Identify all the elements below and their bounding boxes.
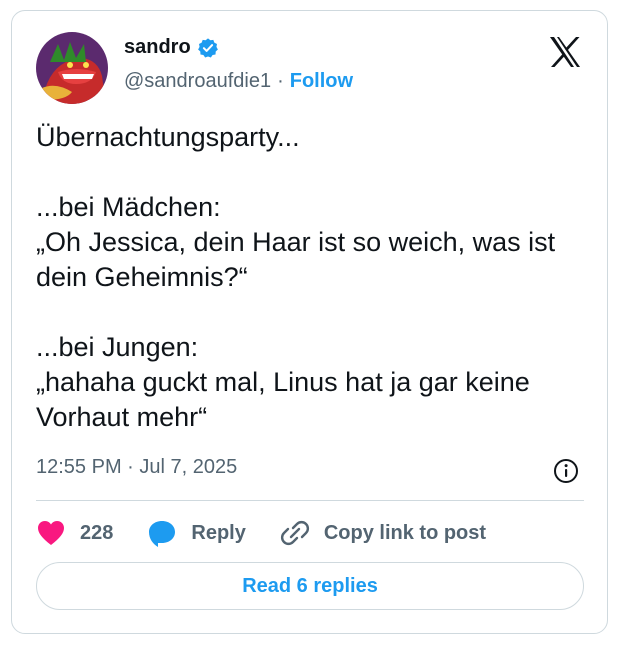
copy-link-label: Copy link to post xyxy=(323,521,487,544)
author-name-row: sandro xyxy=(124,36,219,59)
author-handle[interactable]: @sandroaufdie1 xyxy=(124,70,271,93)
info-icon[interactable] xyxy=(553,458,579,484)
like-count: 228 xyxy=(80,521,114,544)
separator-dot: · xyxy=(277,70,284,92)
heart-icon xyxy=(38,521,64,545)
x-logo-icon[interactable] xyxy=(548,36,582,68)
action-bar: 228 Reply Copy link to post xyxy=(36,516,520,550)
reply-label: Reply xyxy=(191,521,246,544)
speech-bubble-icon xyxy=(149,521,176,547)
link-icon xyxy=(280,520,309,546)
copy-link-button[interactable]: Copy link to post xyxy=(280,518,486,548)
tweet-timestamp[interactable]: 12:55 PM · Jul 7, 2025 xyxy=(36,456,237,479)
divider xyxy=(36,500,584,501)
avatar[interactable] xyxy=(36,32,108,104)
read-replies-button[interactable]: Read 6 replies xyxy=(36,562,584,610)
verified-badge-icon xyxy=(197,37,218,58)
reply-button[interactable]: Reply xyxy=(147,518,246,548)
tweet-text: Übernachtungsparty... ...bei Mädchen: „O… xyxy=(36,122,556,432)
like-button[interactable]: 228 xyxy=(36,519,113,547)
follow-button[interactable]: Follow xyxy=(290,70,353,93)
author-handle-row: @sandroaufdie1 · Follow xyxy=(124,70,353,93)
author-name[interactable]: sandro xyxy=(124,36,191,59)
